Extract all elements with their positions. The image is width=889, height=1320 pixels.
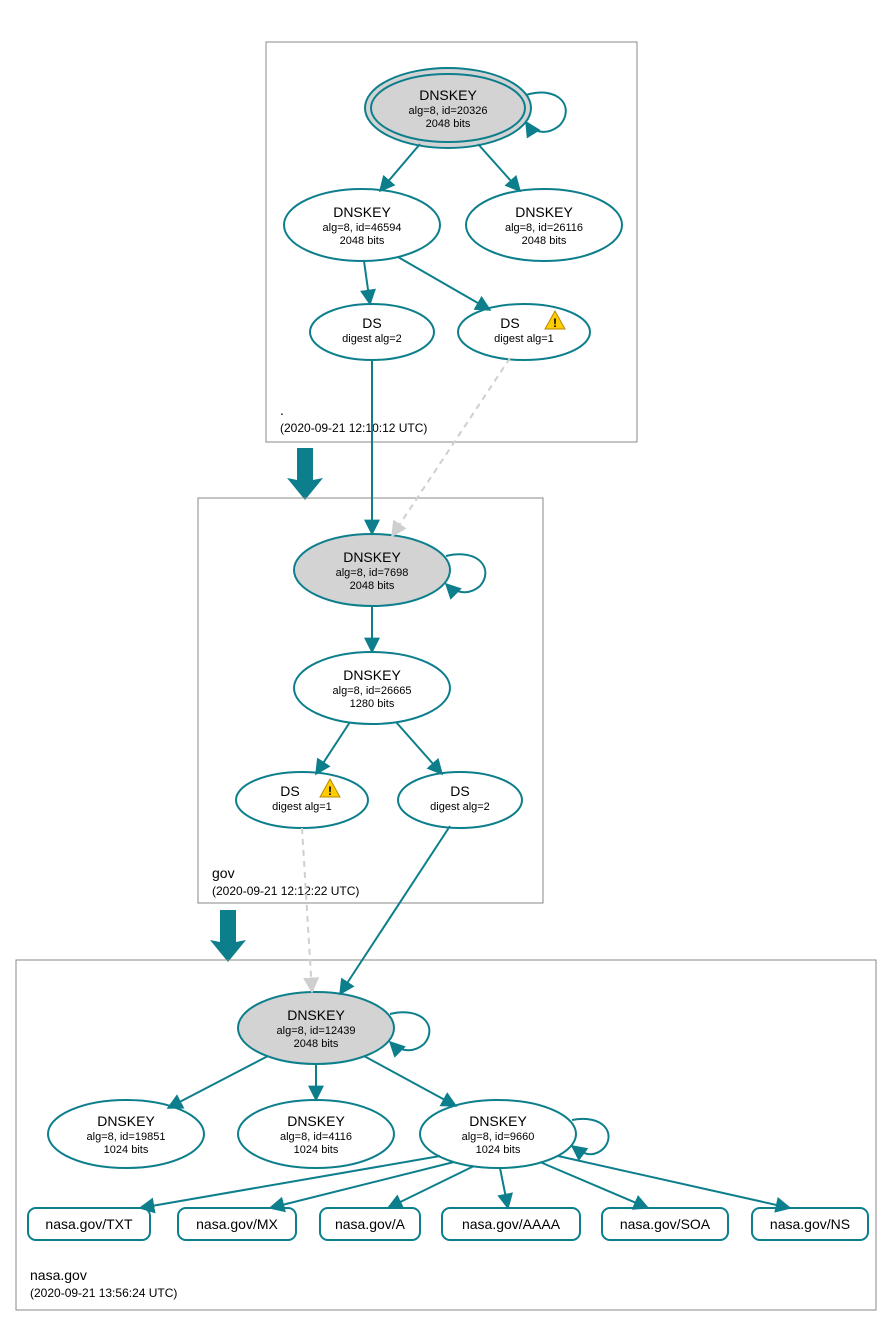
zone-root: . (2020-09-21 12:10:12 UTC) DNSKEY alg=8… (266, 42, 637, 442)
edge-nasaksk-zsk1 (168, 1056, 268, 1108)
svg-text:nasa.gov/MX: nasa.gov/MX (196, 1216, 278, 1232)
svg-text:2048 bits: 2048 bits (426, 118, 471, 130)
svg-text:2048 bits: 2048 bits (350, 580, 395, 592)
edge-zsk3-ns (558, 1156, 790, 1208)
svg-text:2048 bits: 2048 bits (522, 235, 567, 247)
edge-nasaksk-zsk3 (364, 1056, 456, 1106)
zone-gov-time: (2020-09-21 12:12:22 UTC) (212, 884, 359, 898)
svg-text:DNSKEY: DNSKEY (333, 204, 391, 220)
svg-text:DNSKEY: DNSKEY (287, 1007, 345, 1023)
edge-rootksk-zsk1 (380, 144, 420, 191)
svg-text:DS: DS (362, 315, 381, 331)
node-gov-zsk[interactable]: DNSKEY alg=8, id=26665 1280 bits (294, 652, 450, 724)
node-nasa-zsk-9660[interactable]: DNSKEY alg=8, id=9660 1024 bits (420, 1100, 576, 1168)
svg-text:nasa.gov/SOA: nasa.gov/SOA (620, 1216, 711, 1232)
svg-text:1024 bits: 1024 bits (294, 1144, 339, 1156)
svg-text:DNSKEY: DNSKEY (287, 1113, 345, 1129)
zone-nasa-title: nasa.gov (30, 1267, 87, 1283)
edge-zsk3-a (388, 1166, 474, 1208)
svg-text:DNSKEY: DNSKEY (343, 549, 401, 565)
zone-gov: gov (2020-09-21 12:12:22 UTC) DNSKEY alg… (198, 498, 543, 903)
svg-text:alg=8, id=46594: alg=8, id=46594 (323, 222, 402, 234)
zone-nasa-time: (2020-09-21 13:56:24 UTC) (30, 1286, 177, 1300)
edge-zsk1-ds2 (364, 261, 370, 304)
svg-text:DS: DS (450, 783, 469, 799)
svg-text:alg=8, id=26665: alg=8, id=26665 (333, 685, 412, 697)
delegation-arrow-root-gov (287, 448, 323, 500)
svg-text:DS: DS (280, 783, 299, 799)
svg-text:DNSKEY: DNSKEY (419, 87, 477, 103)
svg-text:!: ! (328, 784, 332, 798)
svg-text:1024 bits: 1024 bits (476, 1144, 521, 1156)
rrset-txt[interactable]: nasa.gov/TXT (28, 1208, 150, 1240)
svg-text:1024 bits: 1024 bits (104, 1144, 149, 1156)
rrset-mx[interactable]: nasa.gov/MX (178, 1208, 296, 1240)
svg-text:DNSKEY: DNSKEY (469, 1113, 527, 1129)
edge-root-ksk-self (526, 93, 566, 132)
zone-gov-title: gov (212, 865, 235, 881)
svg-text:alg=8, id=20326: alg=8, id=20326 (409, 105, 488, 117)
svg-text:alg=8, id=19851: alg=8, id=19851 (87, 1131, 166, 1143)
node-root-ksk[interactable]: DNSKEY alg=8, id=20326 2048 bits (365, 68, 531, 148)
zone-nasa: nasa.gov (2020-09-21 13:56:24 UTC) DNSKE… (16, 960, 876, 1310)
node-nasa-zsk-4116[interactable]: DNSKEY alg=8, id=4116 1024 bits (238, 1100, 394, 1168)
node-gov-ds-alg1[interactable]: DS digest alg=1 ! (236, 772, 368, 828)
node-gov-ksk[interactable]: DNSKEY alg=8, id=7698 2048 bits (294, 534, 450, 606)
node-nasa-zsk-19851[interactable]: DNSKEY alg=8, id=19851 1024 bits (48, 1100, 204, 1168)
svg-text:alg=8, id=4116: alg=8, id=4116 (280, 1131, 352, 1143)
edge-govds1-nasaksk (302, 828, 312, 992)
svg-text:alg=8, id=7698: alg=8, id=7698 (336, 567, 409, 579)
edge-govzsk-ds2 (396, 722, 442, 774)
node-root-ds-alg2[interactable]: DS digest alg=2 (310, 304, 434, 360)
node-gov-ds-alg2[interactable]: DS digest alg=2 (398, 772, 522, 828)
svg-text:alg=8, id=26116: alg=8, id=26116 (505, 222, 583, 234)
edge-zsk3-aaaa (500, 1168, 508, 1208)
edge-govds2-nasaksk (340, 826, 450, 994)
edge-zsk1-ds1 (398, 257, 490, 310)
rrset-ns[interactable]: nasa.gov/NS (752, 1208, 868, 1240)
edge-nasa-ksk-self (390, 1012, 429, 1050)
svg-text:DS: DS (500, 315, 519, 331)
zone-root-time: (2020-09-21 12:10:12 UTC) (280, 421, 427, 435)
svg-text:digest alg=1: digest alg=1 (272, 801, 332, 813)
svg-text:nasa.gov/TXT: nasa.gov/TXT (45, 1216, 133, 1232)
svg-text:digest alg=2: digest alg=2 (342, 333, 402, 345)
node-root-zsk-46594[interactable]: DNSKEY alg=8, id=46594 2048 bits (284, 189, 440, 261)
edge-govzsk-ds1 (316, 722, 350, 774)
svg-text:DNSKEY: DNSKEY (515, 204, 573, 220)
svg-text:DNSKEY: DNSKEY (97, 1113, 155, 1129)
edge-zsk3-soa (540, 1162, 648, 1208)
svg-text:2048 bits: 2048 bits (340, 235, 385, 247)
svg-text:nasa.gov/AAAA: nasa.gov/AAAA (462, 1216, 561, 1232)
edge-nasa-zsk3-self (572, 1119, 609, 1154)
svg-text:nasa.gov/A: nasa.gov/A (335, 1216, 406, 1232)
svg-text:2048 bits: 2048 bits (294, 1038, 339, 1050)
rrset-aaaa[interactable]: nasa.gov/AAAA (442, 1208, 580, 1240)
svg-text:digest alg=1: digest alg=1 (494, 333, 554, 345)
rrset-a[interactable]: nasa.gov/A (320, 1208, 420, 1240)
svg-text:alg=8, id=9660: alg=8, id=9660 (462, 1131, 535, 1143)
rrset-soa[interactable]: nasa.gov/SOA (602, 1208, 728, 1240)
node-root-zsk-26116[interactable]: DNSKEY alg=8, id=26116 2048 bits (466, 189, 622, 261)
svg-text:DNSKEY: DNSKEY (343, 667, 401, 683)
node-nasa-ksk[interactable]: DNSKEY alg=8, id=12439 2048 bits (238, 992, 394, 1064)
zone-root-title: . (280, 402, 284, 418)
node-root-ds-alg1[interactable]: DS digest alg=1 ! (458, 304, 590, 360)
svg-text:!: ! (553, 316, 557, 330)
svg-text:alg=8, id=12439: alg=8, id=12439 (277, 1025, 356, 1037)
svg-text:digest alg=2: digest alg=2 (430, 801, 490, 813)
delegation-arrow-gov-nasa (210, 910, 246, 962)
edge-gov-ksk-self (446, 554, 485, 592)
svg-text:1280 bits: 1280 bits (350, 698, 395, 710)
edge-rootksk-zsk2 (478, 144, 520, 191)
edge-rootds1-govksk (392, 358, 510, 536)
svg-text:nasa.gov/NS: nasa.gov/NS (770, 1216, 850, 1232)
